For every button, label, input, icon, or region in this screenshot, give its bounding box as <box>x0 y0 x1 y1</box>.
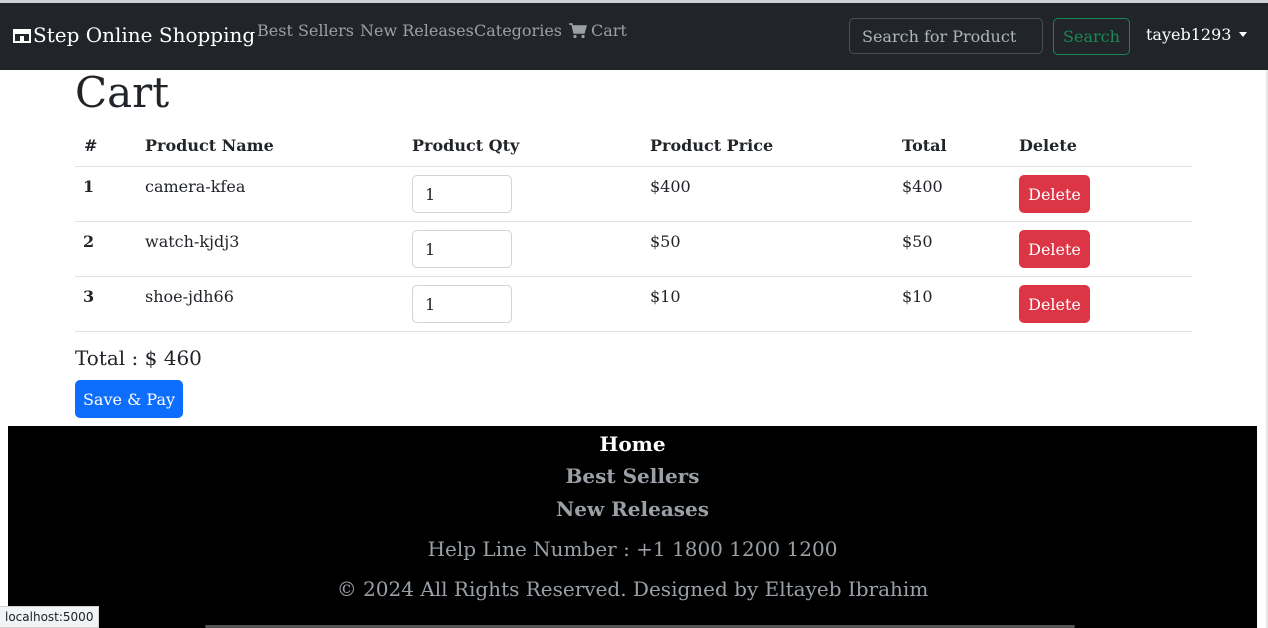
brand-label: Step Online Shopping <box>33 23 256 47</box>
chevron-down-icon <box>1239 32 1248 37</box>
delete-button[interactable]: Delete <box>1019 230 1090 268</box>
nav-new-releases[interactable]: New Releases <box>360 21 474 40</box>
cart-total: Total : $ 460 <box>75 346 202 370</box>
save-and-pay-button[interactable]: Save & Pay <box>75 380 183 418</box>
header-total: Total <box>902 136 947 155</box>
footer-help-line: Help Line Number : +1 1800 1200 1200 <box>427 537 838 561</box>
table-row: 2 watch-kjdj3 1 $50 $50 Delete <box>75 222 1192 277</box>
nav-categories[interactable]: Categories <box>474 21 562 40</box>
header-product-qty: Product Qty <box>412 136 520 155</box>
username: tayeb1293 <box>1146 25 1232 44</box>
search-input[interactable]: Search for Product <box>849 18 1043 54</box>
brand-link[interactable]: Step Online Shopping <box>12 23 255 47</box>
user-dropdown[interactable]: tayeb1293 <box>1146 25 1248 44</box>
status-bar-url: localhost:5000 <box>0 606 100 628</box>
nav-cart[interactable]: Cart <box>569 21 627 40</box>
product-price: $10 <box>650 287 681 306</box>
row-index: 1 <box>83 177 95 196</box>
table-row: 1 camera-kfea 1 $400 $400 Delete <box>75 167 1192 222</box>
row-total: $400 <box>902 177 943 196</box>
row-total: $10 <box>902 287 933 306</box>
header-delete: Delete <box>1019 136 1077 155</box>
header-index: # <box>84 136 98 155</box>
quantity-input[interactable]: 1 <box>412 285 512 323</box>
delete-button[interactable]: Delete <box>1019 175 1090 213</box>
header-product-price: Product Price <box>650 136 774 155</box>
row-index: 3 <box>83 287 95 306</box>
product-name: shoe-jdh66 <box>145 287 234 306</box>
search-button[interactable]: Search <box>1053 18 1130 55</box>
row-index: 2 <box>83 232 95 251</box>
quantity-input[interactable]: 1 <box>412 230 512 268</box>
nav-best-sellers[interactable]: Best Sellers <box>257 21 354 40</box>
nav-cart-label: Cart <box>591 21 627 40</box>
footer: Home Best Sellers New Releases Help Line… <box>8 426 1257 628</box>
product-price: $400 <box>650 177 691 196</box>
shop-icon <box>12 25 32 45</box>
product-name: camera-kfea <box>145 177 246 196</box>
delete-button[interactable]: Delete <box>1019 285 1090 323</box>
table-row: 3 shoe-jdh66 1 $10 $10 Delete <box>75 277 1192 332</box>
footer-home-link[interactable]: Home <box>8 432 1257 456</box>
footer-new-releases-link[interactable]: New Releases <box>8 497 1257 521</box>
footer-copyright: © 2024 All Rights Reserved. Designed by … <box>336 577 929 601</box>
header-product-name: Product Name <box>145 136 274 155</box>
row-total: $50 <box>902 232 933 251</box>
quantity-input[interactable]: 1 <box>412 175 512 213</box>
table-header-row: # Product Name Product Qty Product Price… <box>75 128 1192 167</box>
product-price: $50 <box>650 232 681 251</box>
footer-best-sellers-link[interactable]: Best Sellers <box>8 464 1257 488</box>
page-title: Cart <box>75 68 170 117</box>
product-name: watch-kjdj3 <box>145 232 240 251</box>
cart-icon <box>569 22 587 38</box>
navbar: Step Online Shopping Best Sellers New Re… <box>0 3 1268 70</box>
